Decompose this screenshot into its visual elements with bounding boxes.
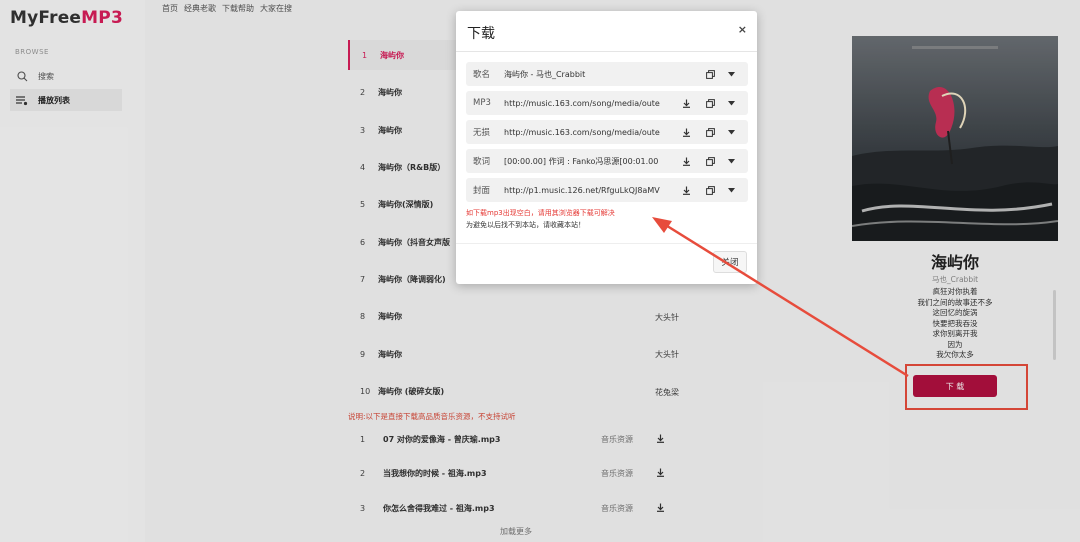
field-value[interactable]: 海屿你 - 马也_Crabbit bbox=[504, 69, 674, 80]
field-label: 无损 bbox=[473, 128, 491, 138]
field-value[interactable]: [00:00.00] 作词 : Fanko冯思源[00:01.00 bbox=[504, 156, 674, 167]
chevron-down-icon[interactable] bbox=[722, 71, 740, 77]
chevron-down-icon[interactable] bbox=[722, 129, 740, 135]
copy-icon[interactable] bbox=[698, 127, 722, 137]
field-label: 歌名 bbox=[473, 70, 491, 80]
copy-icon[interactable] bbox=[698, 98, 722, 108]
chevron-down-icon[interactable] bbox=[722, 187, 740, 193]
download-icon[interactable] bbox=[674, 99, 698, 108]
field-mp3: MP3 http://music.163.com/song/media/oute bbox=[466, 91, 748, 115]
field-value[interactable]: http://p1.music.126.net/RfguLkQJ8aMV bbox=[504, 186, 674, 195]
close-button[interactable]: 关闭 bbox=[713, 251, 747, 273]
chevron-down-icon[interactable] bbox=[722, 158, 740, 164]
download-modal: 下载 × 歌名 海屿你 - 马也_Crabbit MP3 http://musi… bbox=[456, 11, 757, 284]
bookmark-hint: 为避免以后找不到本站，请收藏本站！ bbox=[466, 221, 585, 229]
download-icon[interactable] bbox=[674, 186, 698, 195]
field-value[interactable]: http://music.163.com/song/media/oute bbox=[504, 128, 674, 137]
chevron-down-icon[interactable] bbox=[722, 100, 740, 106]
app-root: MyFreeMP3 BROWSE 搜索 播放列表 首页 经典老歌 下载帮助 大家… bbox=[0, 0, 1080, 542]
copy-icon[interactable] bbox=[698, 69, 722, 79]
field-song-name: 歌名 海屿你 - 马也_Crabbit bbox=[466, 62, 748, 86]
divider bbox=[456, 51, 757, 52]
warning-text: 如下载mp3出现空白，请用其浏览器下载可解决 bbox=[466, 209, 615, 217]
divider bbox=[456, 243, 757, 244]
field-value[interactable]: http://music.163.com/song/media/oute bbox=[504, 99, 674, 108]
field-cover: 封面 http://p1.music.126.net/RfguLkQJ8aMV bbox=[466, 178, 748, 202]
field-label: MP3 bbox=[473, 98, 491, 108]
field-lossless: 无损 http://music.163.com/song/media/oute bbox=[466, 120, 748, 144]
download-icon[interactable] bbox=[674, 157, 698, 166]
download-icon[interactable] bbox=[674, 128, 698, 137]
field-label: 封面 bbox=[473, 186, 491, 196]
field-lyrics: 歌词 [00:00.00] 作词 : Fanko冯思源[00:01.00 bbox=[466, 149, 748, 173]
copy-icon[interactable] bbox=[698, 185, 722, 195]
field-label: 歌词 bbox=[473, 157, 491, 167]
modal-title: 下载 bbox=[467, 26, 495, 42]
copy-icon[interactable] bbox=[698, 156, 722, 166]
close-icon[interactable]: × bbox=[738, 23, 747, 36]
